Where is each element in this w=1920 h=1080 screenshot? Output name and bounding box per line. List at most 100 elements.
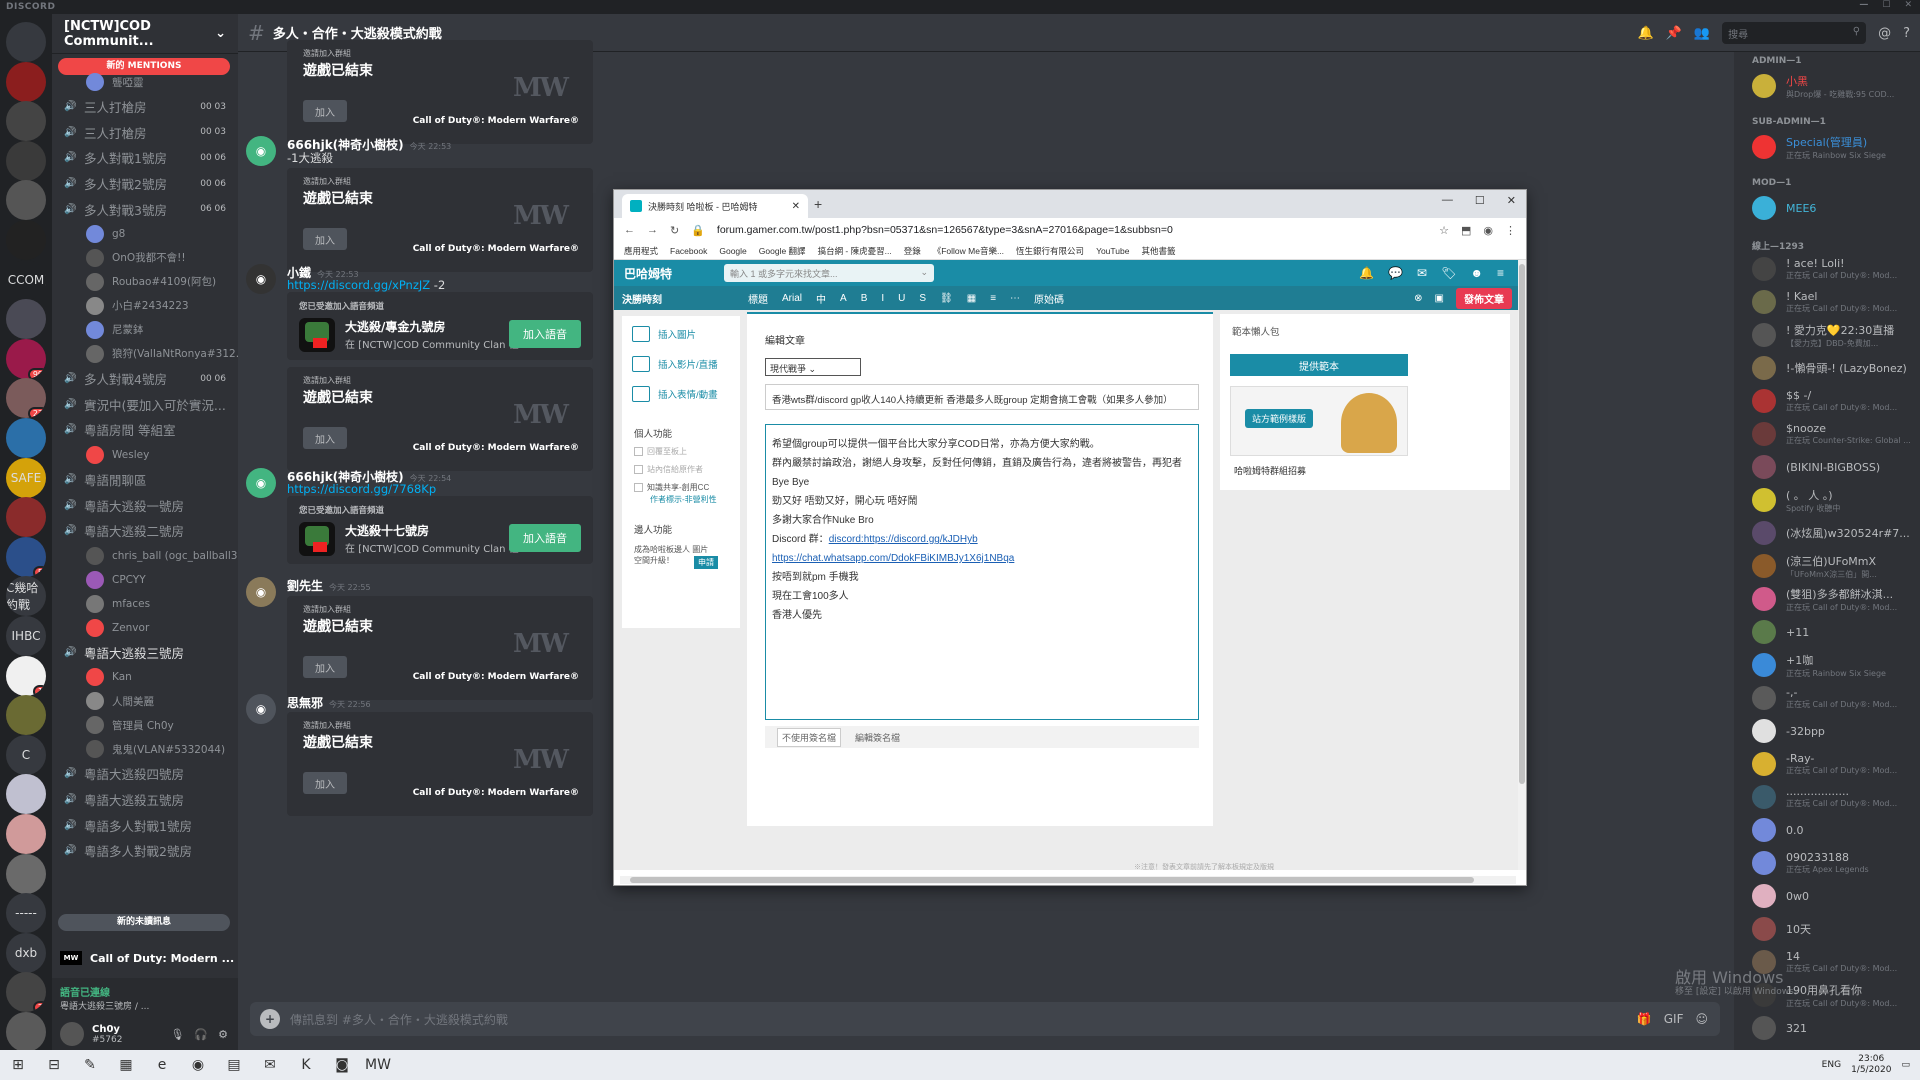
taskbar-app-icon[interactable]: ✉ bbox=[252, 1050, 288, 1080]
member-item[interactable]: 321 bbox=[1734, 1012, 1920, 1044]
avatar[interactable]: ◉ bbox=[246, 577, 276, 607]
avatar[interactable]: ◉ bbox=[246, 264, 276, 294]
taskbar-app-icon[interactable]: MW bbox=[360, 1050, 396, 1080]
voice-channel[interactable]: 🔊 三人打槍房 00 03 bbox=[52, 120, 238, 146]
gear-icon[interactable]: ⚙ bbox=[218, 1028, 228, 1041]
insert-emoji-button[interactable]: 插入表情/動畫 bbox=[632, 386, 736, 402]
guild-icon[interactable] bbox=[6, 853, 46, 894]
voice-channel[interactable]: 🔊 粵語閒聊區 bbox=[52, 467, 238, 493]
taskbar-app-icon[interactable]: ◙ bbox=[324, 1050, 360, 1080]
member-item[interactable]: 0w0 bbox=[1734, 880, 1920, 912]
guild-icon[interactable]: 1 bbox=[6, 655, 46, 696]
join-voice-button[interactable]: 加入語音 bbox=[509, 320, 581, 348]
voice-channel[interactable]: 🔊 粵語大逃殺五號房 bbox=[52, 787, 238, 813]
join-button[interactable]: 加入 bbox=[303, 656, 347, 678]
minimize-button[interactable]: — bbox=[1859, 0, 1868, 10]
guild-icon[interactable] bbox=[6, 774, 46, 815]
chat-icon[interactable]: 💬 bbox=[1388, 266, 1403, 280]
pin-icon[interactable]: 📌 bbox=[1666, 26, 1682, 41]
member-item[interactable]: (冰炫風)w320524r#7... bbox=[1734, 517, 1920, 549]
guild-icon[interactable] bbox=[6, 497, 46, 538]
guild-icon[interactable]: 99 bbox=[6, 338, 46, 379]
member-item[interactable]: .................. 正在玩 Call of Duty®: Mod… bbox=[1734, 781, 1920, 813]
member-item[interactable]: !-懶骨頭-! (LazyBonez) bbox=[1734, 352, 1920, 384]
guild-icon[interactable] bbox=[6, 61, 46, 102]
server-header[interactable]: [NCTW]COD Communit... ⌄ bbox=[52, 14, 238, 54]
close-button[interactable]: ✕ bbox=[1507, 194, 1516, 207]
format-tool-button[interactable]: 原始碼 bbox=[1034, 291, 1064, 306]
format-tool-button[interactable]: S bbox=[919, 293, 926, 304]
voice-user[interactable]: Zenvor bbox=[52, 616, 238, 640]
horizontal-scrollbar[interactable] bbox=[620, 876, 1516, 884]
scrollbar-thumb[interactable] bbox=[1519, 264, 1525, 784]
voice-user[interactable]: 鬼鬼(VLAN#5332044) bbox=[52, 737, 238, 761]
taskbar-app-icon[interactable]: ▦ bbox=[108, 1050, 144, 1080]
help-icon[interactable]: ? bbox=[1903, 26, 1910, 41]
star-icon[interactable]: ☆ bbox=[1439, 224, 1449, 237]
site-search-input[interactable]: 輸入 1 或多字元來找文章... ⌄ bbox=[724, 264, 934, 282]
message-link[interactable]: https://discord.gg/xPnzJZ bbox=[287, 278, 430, 292]
vertical-scrollbar[interactable] bbox=[1518, 260, 1526, 870]
format-tool-button[interactable]: ≡ bbox=[990, 293, 996, 304]
guild-icon[interactable]: 23 bbox=[6, 378, 46, 419]
insert-image-button[interactable]: 插入圖片 bbox=[632, 326, 736, 342]
title-field[interactable]: 香港wts群/discord gp收人140人持續更新 香港最多人既group … bbox=[765, 384, 1199, 410]
option-cc[interactable]: 知識共享-創用CC bbox=[634, 482, 709, 493]
bell-icon[interactable]: 🔔 bbox=[1638, 26, 1654, 41]
personal-section[interactable]: 個人功能 bbox=[634, 426, 672, 440]
voice-user[interactable]: g8 bbox=[52, 222, 238, 246]
checkbox[interactable] bbox=[634, 447, 643, 456]
guild-icon[interactable]: 2 bbox=[6, 972, 46, 1013]
voice-channel[interactable]: 🔊 實況中(要加入可於實況... bbox=[52, 392, 238, 418]
join-button[interactable]: 加入 bbox=[303, 427, 347, 449]
save-icon[interactable]: ▣ bbox=[1435, 293, 1444, 304]
hamburger-icon[interactable]: ≡ bbox=[1497, 266, 1504, 280]
voice-channel[interactable]: 🔊 粵語大逃殺一號房 bbox=[52, 492, 238, 518]
guild-icon[interactable]: [CCOM] bbox=[6, 259, 46, 300]
bookmark-item[interactable]: 《Follow Me音樂... bbox=[933, 245, 1004, 257]
voice-channel-name[interactable]: 粵語大逃殺三號房 / ... bbox=[60, 999, 230, 1012]
guild-icon[interactable] bbox=[6, 180, 46, 221]
join-button[interactable]: 加入 bbox=[303, 772, 347, 794]
insert-video-button[interactable]: 插入影片/直播 bbox=[632, 356, 736, 372]
member-item[interactable]: (涼三伯)UFoMmX 「UFoMmX涼三伯」開... bbox=[1734, 550, 1920, 582]
avatar[interactable] bbox=[60, 1022, 84, 1046]
body-link[interactable]: discord:https://discord.gg/kJDHyb bbox=[829, 534, 978, 545]
voice-user[interactable]: 尼蒙鉢 bbox=[52, 318, 238, 342]
site-logo[interactable]: 巴哈姆特 bbox=[614, 265, 724, 282]
member-item[interactable]: 0.0 bbox=[1734, 814, 1920, 846]
voice-user[interactable]: 狼狩(ValIaNtRonya#312... bbox=[52, 342, 238, 366]
taskbar-app-icon[interactable]: e bbox=[144, 1050, 180, 1080]
member-item[interactable]: Special(管理員) 正在玩 Rainbow Six Siege bbox=[1734, 131, 1920, 163]
voice-channel[interactable]: 🔊 粵語大逃殺三號房 bbox=[52, 640, 238, 666]
member-item[interactable]: 10天 bbox=[1734, 913, 1920, 945]
message-author[interactable]: 思無邪 今天 22:56 bbox=[287, 694, 371, 711]
guild-icon[interactable] bbox=[6, 695, 46, 736]
browser-tab[interactable]: 決勝時刻 哈啦板 - 巴哈姆特 ✕ bbox=[622, 194, 808, 218]
voice-user[interactable]: mfaces bbox=[52, 592, 238, 616]
taskbar-app-icon[interactable]: ✎ bbox=[72, 1050, 108, 1080]
taskbar-app-icon[interactable]: ▤ bbox=[216, 1050, 252, 1080]
guild-icon[interactable] bbox=[6, 299, 46, 340]
gift-icon[interactable]: 🎁 bbox=[1637, 1012, 1652, 1026]
notification-icon[interactable]: ▭ bbox=[1901, 1060, 1910, 1070]
voice-channel[interactable]: 🔊 粵語大逃殺二號房 bbox=[52, 518, 238, 544]
member-item[interactable]: ! 愛力克💛22:30直播 【愛力克】DBD-免費加... bbox=[1734, 319, 1920, 351]
join-button[interactable]: 加入 bbox=[303, 100, 347, 122]
apply-button[interactable]: 申請 bbox=[694, 556, 718, 569]
bookmark-item[interactable]: Google 翻譯 bbox=[759, 245, 806, 257]
member-item[interactable]: ! Kael 正在玩 Call of Duty®: Mod... bbox=[1734, 286, 1920, 318]
guild-icon[interactable]: dxb bbox=[6, 932, 46, 973]
close-icon[interactable]: ⊗ bbox=[1414, 293, 1422, 304]
taskbar-app-icon[interactable]: K bbox=[288, 1050, 324, 1080]
voice-user[interactable]: 人間美麗 bbox=[52, 689, 238, 713]
voice-user[interactable]: 聾啞靈 bbox=[52, 70, 238, 94]
message-link[interactable]: https://discord.gg/7768Kp bbox=[287, 482, 436, 496]
format-tool-button[interactable]: Arial bbox=[782, 293, 802, 304]
voice-channel[interactable]: 🔊 粵語房間 等組室 bbox=[52, 417, 238, 443]
notification-icon[interactable]: 🔔 bbox=[1359, 266, 1374, 280]
guild-icon[interactable] bbox=[6, 814, 46, 854]
close-button[interactable]: ✕ bbox=[1904, 0, 1912, 10]
voice-channel[interactable]: 🔊 多人對戰1號房 00 06 bbox=[52, 145, 238, 171]
minimize-button[interactable]: — bbox=[1442, 194, 1453, 207]
